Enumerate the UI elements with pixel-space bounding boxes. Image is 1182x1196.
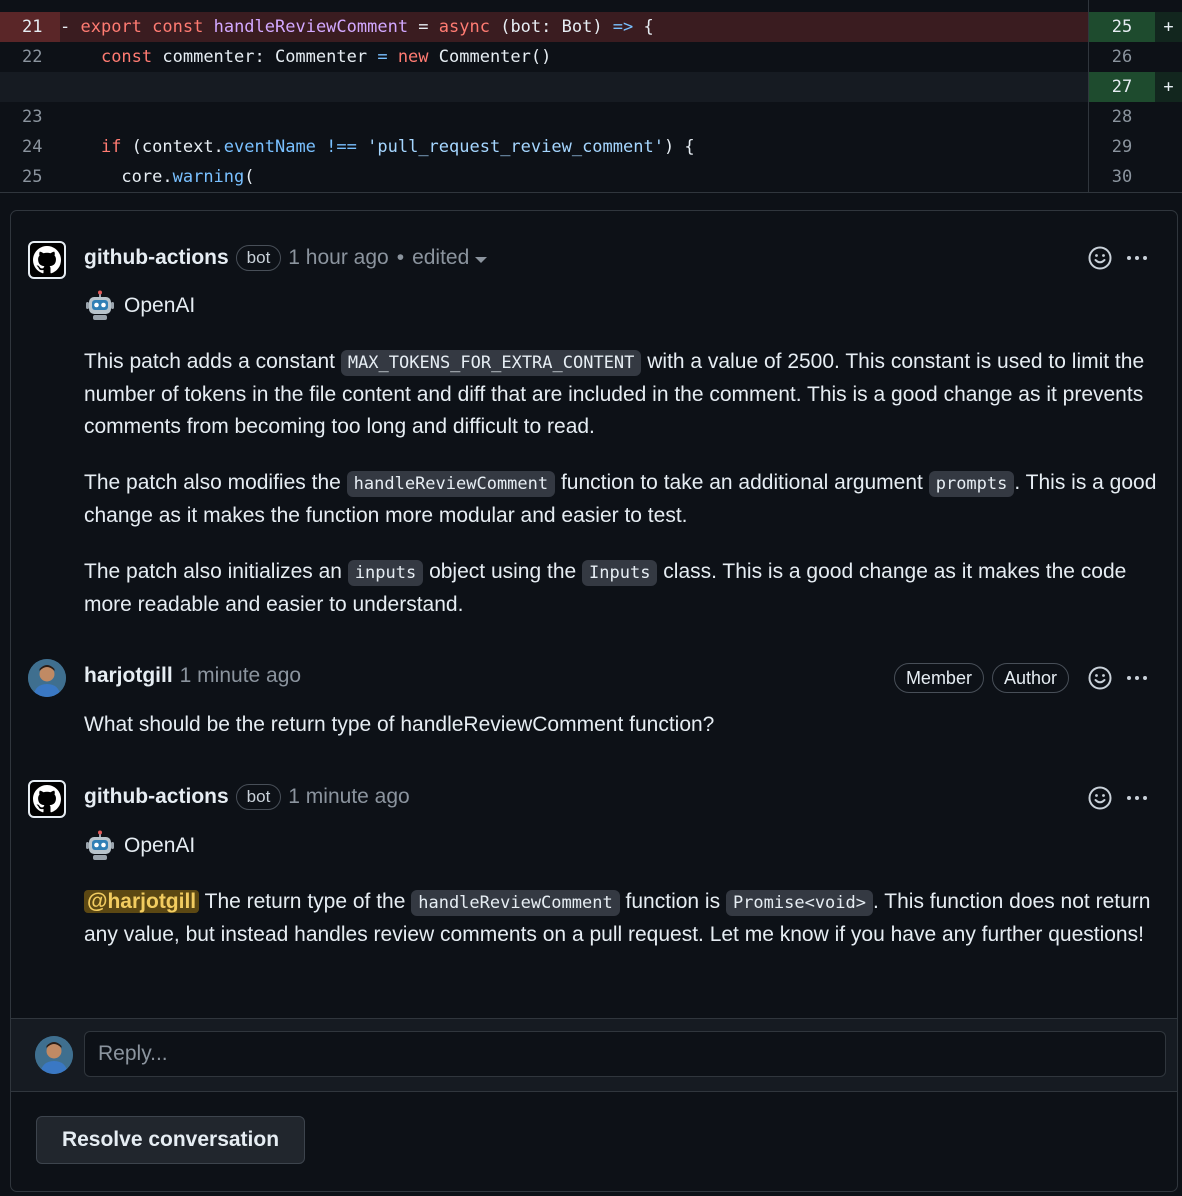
add-reaction-icon[interactable]: [1087, 665, 1113, 691]
line-number-left: 20: [0, 0, 60, 4]
reply-input[interactable]: [84, 1031, 1166, 1077]
timestamp-link[interactable]: 1 minute ago: [180, 664, 301, 688]
robot-icon: [86, 290, 114, 320]
reply-bar: [11, 1019, 1177, 1091]
avatar[interactable]: [28, 659, 66, 697]
inline-code: handleReviewComment: [411, 890, 620, 916]
timestamp-link[interactable]: 1 minute ago: [288, 785, 409, 809]
code-line: [60, 72, 1088, 102]
comment-header: github-actions bot 1 minute ago: [84, 782, 410, 812]
inline-code: prompts: [928, 471, 1015, 497]
diff-divider: [1088, 0, 1089, 192]
comment-body: @harjotgill The return type of the handl…: [84, 886, 1159, 975]
diff-row-blank: 27 +: [0, 72, 1182, 102]
inline-code: MAX_TOKENS_FOR_EXTRA_CONTENT: [340, 350, 642, 376]
add-line-button[interactable]: +: [1155, 72, 1182, 102]
github-avatar[interactable]: [28, 780, 66, 818]
user-avatar-icon: [28, 659, 66, 697]
inline-code: handleReviewComment: [346, 471, 556, 497]
diff-row: 22 const commenter: Commenter = new Comm…: [0, 42, 1182, 72]
inline-code: Promise<void>: [725, 890, 873, 916]
resolve-conversation-button[interactable]: Resolve conversation: [36, 1116, 305, 1164]
bot-name: OpenAI: [124, 834, 196, 857]
add-reaction-icon[interactable]: [1087, 245, 1113, 271]
code-line: core.warning(: [121, 167, 255, 187]
kebab-menu-icon[interactable]: [1123, 245, 1151, 271]
comment-actions: [1087, 243, 1151, 273]
line-number-left: 25: [22, 167, 43, 187]
chevron-down-icon[interactable]: [475, 257, 488, 263]
add-line-button[interactable]: +: [1155, 12, 1182, 42]
line-number-right: 25: [1089, 12, 1155, 42]
avatar: [35, 1036, 73, 1074]
diff-row-added-marker: 25 +: [0, 12, 1182, 42]
line-number-left: 23: [22, 107, 43, 127]
kebab-menu-icon[interactable]: [1123, 665, 1151, 691]
bot-signature: OpenAI: [84, 829, 195, 863]
bot-signature: OpenAI: [84, 289, 195, 323]
timestamp-link[interactable]: 1 hour ago: [288, 246, 388, 270]
diff-row: 24 if (context.eventName !== 'pull_reque…: [0, 132, 1182, 162]
line-number-left: 22: [22, 47, 43, 67]
bot-name: OpenAI: [124, 294, 196, 317]
line-number-left: 24: [22, 137, 43, 157]
member-badge: Member: [893, 663, 984, 693]
author-link[interactable]: harjotgill: [84, 664, 173, 688]
inline-code: Inputs: [582, 560, 658, 586]
bot-badge: bot: [235, 245, 282, 271]
line-number-right: 29: [1111, 137, 1133, 157]
comment-body: This patch adds a constant MAX_TOKENS_FO…: [84, 346, 1159, 645]
bot-badge: bot: [235, 784, 282, 810]
diff-row: 23 28: [0, 102, 1182, 132]
comment-header: github-actions bot 1 hour ago • edited: [84, 243, 488, 273]
line-number-right: 24: [1089, 0, 1155, 4]
github-logo-icon: [33, 246, 61, 274]
robot-icon: [86, 830, 114, 860]
add-reaction-icon[interactable]: [1087, 785, 1113, 811]
paragraph: The patch also modifies the handleReview…: [84, 471, 1157, 527]
review-thread: github-actions bot 1 hour ago • edited O…: [10, 210, 1178, 1192]
line-number-right: 27: [1089, 72, 1155, 102]
paragraph: This patch adds a constant MAX_TOKENS_FO…: [84, 350, 1145, 438]
user-mention-link[interactable]: @harjotgill: [84, 890, 200, 913]
author-link[interactable]: github-actions: [84, 246, 229, 270]
author-badge: Author: [991, 663, 1069, 693]
paragraph: What should be the return type of handle…: [84, 713, 715, 736]
paragraph: @harjotgill The return type of the handl…: [84, 890, 1151, 946]
comment-actions: [1087, 783, 1151, 813]
line-number-right: 30: [1111, 167, 1133, 187]
user-avatar-icon: [35, 1036, 73, 1074]
comment-body: What should be the return type of handle…: [84, 709, 1159, 765]
edited-dropdown[interactable]: edited: [412, 246, 469, 270]
diff-row-partial: 20 24: [0, 0, 1182, 4]
comment-header: harjotgill 1 minute ago: [84, 661, 301, 691]
kebab-menu-icon[interactable]: [1123, 785, 1151, 811]
inline-code: inputs: [347, 560, 424, 586]
line-number-right: 28: [1111, 107, 1133, 127]
divider: [11, 1091, 1177, 1092]
line-number-right: 26: [1111, 47, 1133, 67]
diff-view: 20 24 21 - export const handleReviewComm…: [0, 0, 1182, 193]
paragraph: The patch also initializes an inputs obj…: [84, 560, 1127, 616]
github-logo-icon: [33, 785, 61, 813]
github-avatar[interactable]: [28, 241, 66, 279]
line-number-left: [0, 72, 60, 102]
comment-actions: Member Author: [893, 663, 1151, 693]
diff-row: 25 core.warning( 30: [0, 162, 1182, 192]
author-link[interactable]: github-actions: [84, 785, 229, 809]
code-line: const commenter: Commenter = new Comment…: [100, 47, 552, 67]
code-line: if (context.eventName !== 'pull_request_…: [100, 137, 695, 157]
separator-dot: •: [396, 246, 405, 269]
